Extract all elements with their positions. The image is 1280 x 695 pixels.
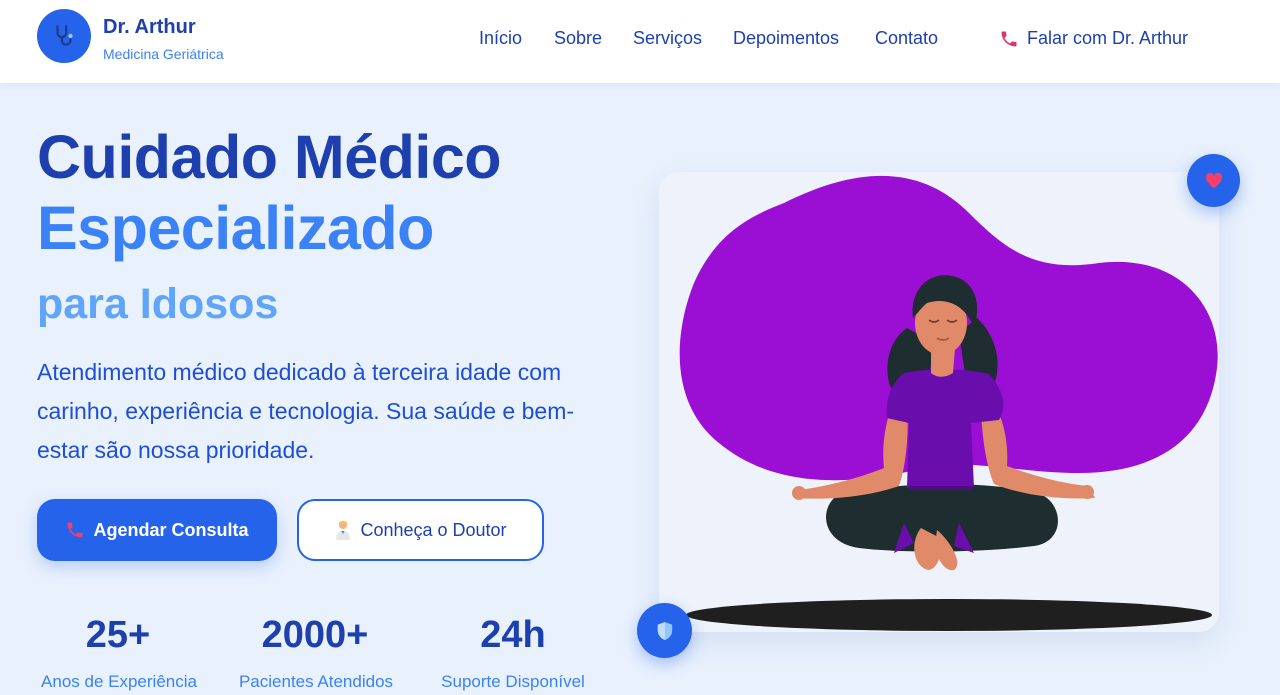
- heart-badge: [1187, 154, 1240, 207]
- phone-icon: [1001, 31, 1017, 46]
- stat-value-support: 24h: [480, 614, 546, 656]
- nav-link-inicio[interactable]: Início: [479, 28, 522, 49]
- hero-title-line3: para Idosos: [37, 280, 279, 328]
- nav-link-contato[interactable]: Contato: [875, 28, 938, 49]
- stat-label-experience: Anos de Experiência: [41, 672, 197, 691]
- shield-icon: [657, 621, 672, 640]
- shield-badge: [637, 603, 692, 658]
- woman-meditating-illustration: [679, 175, 1218, 631]
- hero-title-line2: Especializado: [37, 194, 434, 262]
- logo[interactable]: [37, 9, 91, 63]
- nav-link-servicos[interactable]: Serviços: [633, 28, 702, 49]
- heart-icon: [1205, 172, 1222, 188]
- phone-icon: [67, 522, 83, 538]
- stethoscope-icon: [56, 25, 73, 46]
- nav-link-depoimentos[interactable]: Depoimentos: [733, 28, 839, 49]
- schedule-appointment-button[interactable]: Agendar Consulta: [37, 499, 277, 561]
- floor-shadow: [686, 599, 1212, 631]
- hero-title-line1: Cuidado Médico: [37, 123, 502, 191]
- meet-doctor-label: Conheça o Doutor: [360, 519, 507, 540]
- stat-value-patients: 2000+: [261, 614, 369, 656]
- doctor-icon: [336, 520, 351, 540]
- stat-value-experience: 25+: [85, 614, 151, 656]
- brand-subtitle: Medicina Geriátrica: [103, 46, 224, 62]
- hero-description: Atendimento médico dedicado à terceira i…: [37, 359, 575, 463]
- stat-label-patients: Pacientes Atendidos: [238, 672, 394, 691]
- brand-name[interactable]: Dr. Arthur: [103, 16, 196, 39]
- stat-label-support: Suporte Disponível: [441, 672, 585, 691]
- site-header: Dr. Arthur Medicina Geriátrica Início So…: [0, 0, 1280, 83]
- talk-to-doctor-link[interactable]: Falar com Dr. Arthur: [999, 28, 1188, 49]
- meet-doctor-button[interactable]: Conheça o Doutor: [297, 499, 544, 561]
- talk-to-doctor-label: Falar com Dr. Arthur: [1027, 28, 1189, 48]
- nav-link-sobre[interactable]: Sobre: [554, 28, 602, 49]
- schedule-appointment-label: Agendar Consulta: [93, 519, 249, 540]
